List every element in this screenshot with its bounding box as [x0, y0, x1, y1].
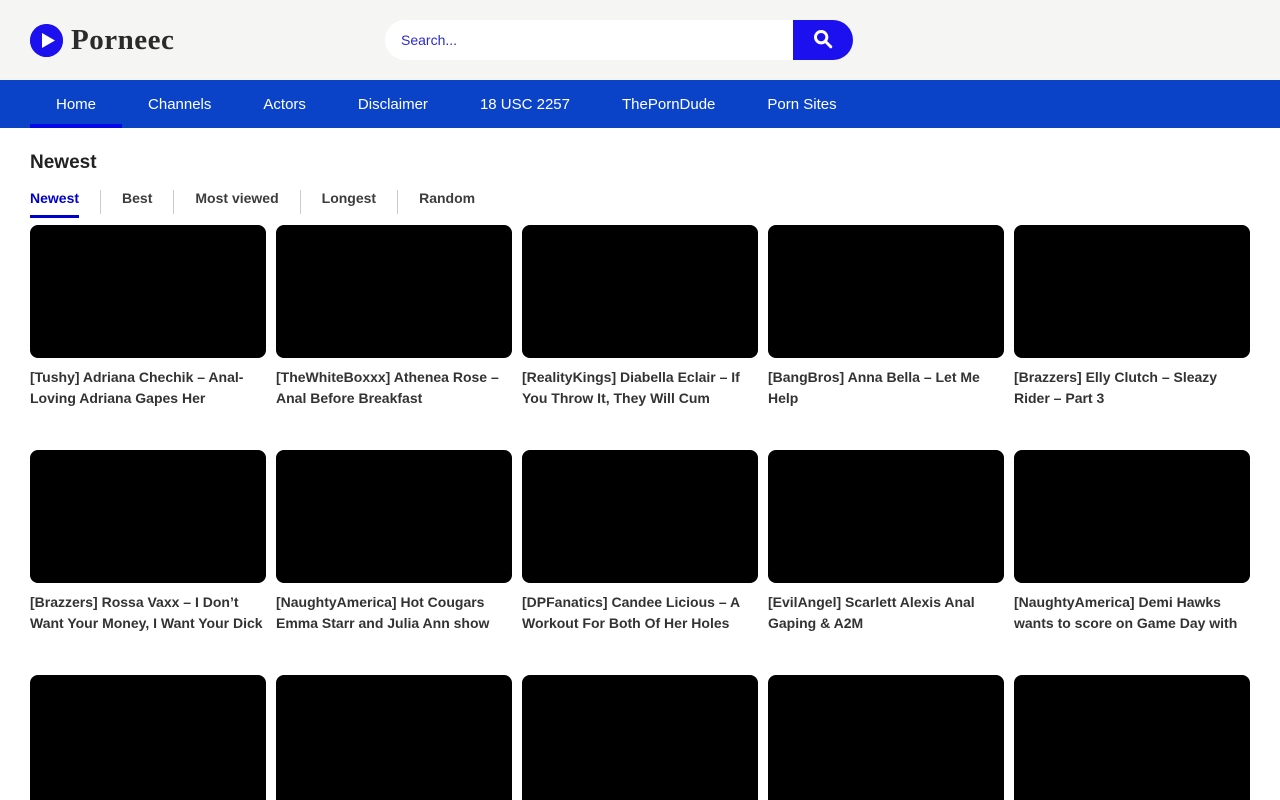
nav-item-home[interactable]: Home: [30, 80, 122, 128]
search-icon: [812, 28, 834, 53]
video-grid: [Tushy] Adriana Chechik – Anal-Loving Ad…: [30, 225, 1250, 800]
video-card[interactable]: [RealityKings] Diabella Eclair – If You …: [522, 225, 758, 409]
site-title: Porneec: [71, 24, 174, 57]
site-logo[interactable]: Porneec: [30, 0, 174, 80]
video-title[interactable]: [DPFanatics] Candee Licious – A Workout …: [522, 592, 758, 634]
video-card[interactable]: [522, 675, 758, 800]
search-input[interactable]: [385, 20, 793, 60]
video-thumbnail[interactable]: [1014, 225, 1250, 358]
video-title[interactable]: [Brazzers] Rossa Vaxx – I Don’t Want You…: [30, 592, 266, 634]
nav-item-porn-sites[interactable]: Porn Sites: [741, 80, 862, 128]
tab-most-viewed[interactable]: Most viewed: [195, 190, 300, 214]
video-thumbnail[interactable]: [768, 225, 1004, 358]
video-thumbnail[interactable]: [1014, 450, 1250, 583]
tab-random[interactable]: Random: [419, 190, 496, 214]
video-title[interactable]: [Brazzers] Elly Clutch – Sleazy Rider – …: [1014, 367, 1250, 409]
video-card[interactable]: [NaughtyAmerica] Hot Cougars Emma Starr …: [276, 450, 512, 634]
video-thumbnail[interactable]: [522, 675, 758, 800]
sort-tabbar: Newest Best Most viewed Longest Random: [30, 190, 1250, 214]
video-title[interactable]: [TheWhiteBoxxx] Athenea Rose – Anal Befo…: [276, 367, 512, 409]
video-thumbnail[interactable]: [522, 225, 758, 358]
video-title[interactable]: [NaughtyAmerica] Demi Hawks wants to sco…: [1014, 592, 1250, 634]
search-form: [385, 20, 853, 60]
video-title[interactable]: [RealityKings] Diabella Eclair – If You …: [522, 367, 758, 409]
nav-item-channels[interactable]: Channels: [122, 80, 237, 128]
nav-item-disclaimer[interactable]: Disclaimer: [332, 80, 454, 128]
tab-best[interactable]: Best: [122, 190, 174, 214]
nav-item-theporndude[interactable]: ThePornDude: [596, 80, 741, 128]
tab-longest[interactable]: Longest: [322, 190, 398, 214]
tab-newest[interactable]: Newest: [30, 190, 101, 214]
video-title[interactable]: [EvilAngel] Scarlett Alexis Anal Gaping …: [768, 592, 1004, 634]
video-thumbnail[interactable]: [30, 450, 266, 583]
video-card[interactable]: [BangBros] Anna Bella – Let Me Help: [768, 225, 1004, 409]
video-card[interactable]: [276, 675, 512, 800]
video-thumbnail[interactable]: [522, 450, 758, 583]
video-card[interactable]: [Tushy] Adriana Chechik – Anal-Loving Ad…: [30, 225, 266, 409]
nav-item-18-usc-2257[interactable]: 18 USC 2257: [454, 80, 596, 128]
video-card[interactable]: [Brazzers] Rossa Vaxx – I Don’t Want You…: [30, 450, 266, 634]
search-button[interactable]: [793, 20, 853, 60]
video-thumbnail[interactable]: [276, 675, 512, 800]
video-title[interactable]: [Tushy] Adriana Chechik – Anal-Loving Ad…: [30, 367, 266, 409]
video-thumbnail[interactable]: [768, 675, 1004, 800]
video-thumbnail[interactable]: [30, 675, 266, 800]
video-card[interactable]: [30, 675, 266, 800]
site-header: Porneec: [0, 0, 1280, 80]
video-card[interactable]: [EvilAngel] Scarlett Alexis Anal Gaping …: [768, 450, 1004, 634]
video-thumbnail[interactable]: [768, 450, 1004, 583]
video-card[interactable]: [DPFanatics] Candee Licious – A Workout …: [522, 450, 758, 634]
video-thumbnail[interactable]: [1014, 675, 1250, 800]
video-title[interactable]: [NaughtyAmerica] Hot Cougars Emma Starr …: [276, 592, 512, 634]
video-thumbnail[interactable]: [276, 225, 512, 358]
main-nav: Home Channels Actors Disclaimer 18 USC 2…: [0, 80, 1280, 128]
video-card[interactable]: [Brazzers] Elly Clutch – Sleazy Rider – …: [1014, 225, 1250, 409]
nav-item-actors[interactable]: Actors: [237, 80, 332, 128]
video-card[interactable]: [1014, 675, 1250, 800]
video-title[interactable]: [BangBros] Anna Bella – Let Me Help: [768, 367, 1004, 409]
page-title: Newest: [30, 152, 1250, 174]
video-thumbnail[interactable]: [30, 225, 266, 358]
nav-list: Home Channels Actors Disclaimer 18 USC 2…: [30, 80, 1280, 128]
video-card[interactable]: [NaughtyAmerica] Demi Hawks wants to sco…: [1014, 450, 1250, 634]
main-content: Newest Newest Best Most viewed Longest R…: [0, 152, 1280, 800]
video-thumbnail[interactable]: [276, 450, 512, 583]
video-card[interactable]: [TheWhiteBoxxx] Athenea Rose – Anal Befo…: [276, 225, 512, 409]
video-card[interactable]: [768, 675, 1004, 800]
play-icon: [30, 24, 63, 57]
